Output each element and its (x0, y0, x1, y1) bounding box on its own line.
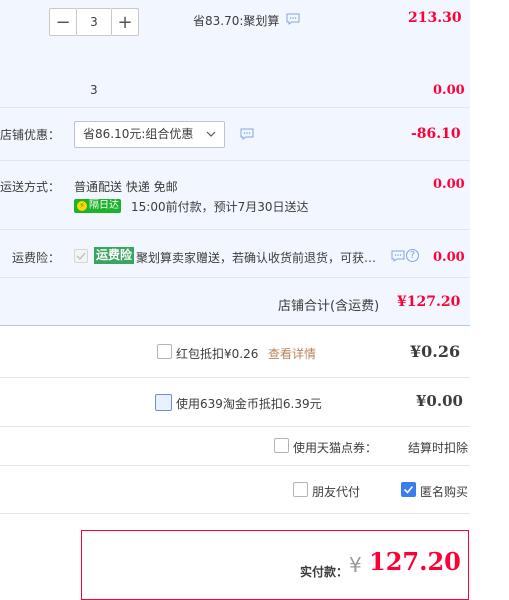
shop-total-amount: ¥127.20 (397, 294, 461, 310)
friend-pay-checkbox[interactable] (293, 482, 308, 497)
tmall-points-label: 使用天猫点券： (293, 441, 378, 455)
bundle-price: 0.00 (433, 83, 465, 98)
next-day-badge: ⚡ 隔日达 (74, 199, 121, 213)
anonymous-label: 匿名购买 (420, 485, 469, 499)
chat-icon[interactable] (391, 250, 405, 265)
check-icon (403, 485, 414, 494)
taojinbi-label: 使用639淘金币抵扣6.39元 (176, 397, 322, 411)
insurance-price: 0.00 (433, 250, 465, 265)
redpacket-label: 红包抵扣¥0.26 (176, 347, 259, 361)
insurance-text: 聚划算卖家赠送，若确认收货前退货，可获… (136, 251, 377, 265)
taojinbi-amount: ¥0.00 (416, 392, 463, 410)
payment-label: 实付款： (300, 565, 349, 579)
quantity-input[interactable]: 3 (77, 8, 111, 36)
payment-total-box: 实付款： ¥ 127.20 (81, 530, 469, 600)
help-icon[interactable]: ? (406, 249, 419, 262)
shop-discount-amount: -86.10 (411, 126, 461, 142)
divider (0, 377, 470, 378)
shop-discount-value: 省86.10元:组合优惠 (83, 127, 194, 141)
tmall-points-note: 结算时扣除 (408, 441, 469, 455)
shipping-price: 0.00 (433, 177, 465, 192)
shipping-label: 运送方式： (0, 180, 61, 194)
divider (0, 160, 470, 161)
insurance-label: 运费险： (12, 251, 61, 265)
chevron-down-icon (206, 131, 216, 137)
chat-icon[interactable] (240, 128, 254, 143)
taojinbi-checkbox[interactable] (155, 394, 172, 411)
friend-pay-label: 朋友代付 (312, 485, 361, 499)
redpacket-checkbox[interactable] (157, 344, 172, 359)
promo-note: 省83.70:聚划算 (193, 14, 280, 28)
tmall-points-checkbox[interactable] (274, 438, 289, 453)
divider (0, 229, 470, 230)
anonymous-checkbox[interactable] (401, 482, 416, 497)
divider (0, 513, 470, 514)
chat-icon[interactable] (286, 13, 300, 28)
lightning-icon: ⚡ (77, 201, 87, 211)
insurance-badge: 运费险 (94, 247, 135, 264)
shipping-method: 普通配送 快递 免邮 (74, 180, 178, 194)
divider (0, 277, 470, 278)
item-subtotal: 213.30 (408, 10, 462, 26)
bundle-quantity: 3 (90, 83, 98, 97)
section-border (0, 325, 470, 326)
increase-button[interactable]: + (111, 8, 139, 36)
divider (0, 426, 470, 427)
check-icon (76, 252, 86, 261)
shipping-eta: 15:00前付款，预计7月30日送达 (131, 200, 309, 214)
redpacket-details-link[interactable]: 查看详情 (268, 345, 316, 362)
quantity-stepper[interactable]: − 3 + (49, 8, 139, 36)
divider (0, 465, 470, 466)
shop-discount-select[interactable]: 省86.10元:组合优惠 (74, 121, 225, 148)
redpacket-amount: ¥0.26 (410, 342, 461, 361)
payment-amount: 127.20 (369, 547, 461, 576)
decrease-button[interactable]: − (49, 8, 77, 36)
insurance-checkbox (74, 249, 88, 263)
divider (0, 107, 470, 108)
next-day-badge-text: 隔日达 (89, 200, 119, 211)
shop-total-label: 店铺合计(含运费) (278, 299, 380, 314)
payment-currency: ¥ (349, 553, 362, 577)
shop-discount-label: 店铺优惠： (0, 128, 61, 142)
